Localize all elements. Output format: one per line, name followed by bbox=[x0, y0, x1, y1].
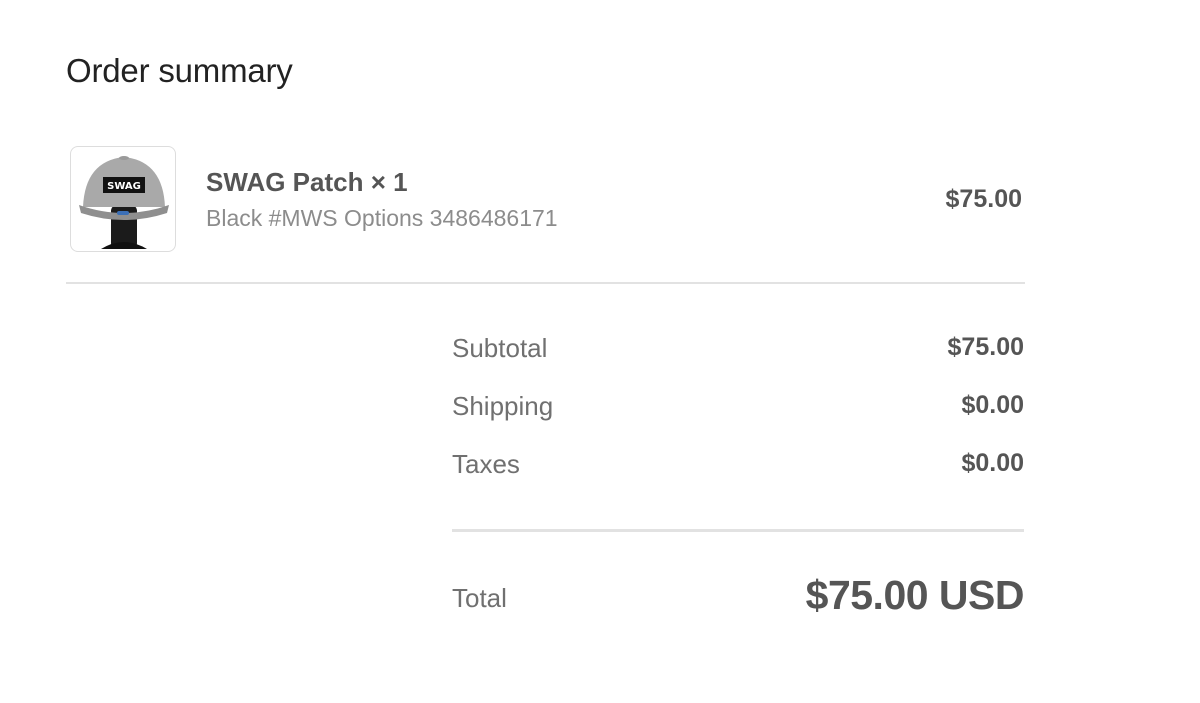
item-price: $75.00 bbox=[945, 185, 1022, 213]
divider bbox=[452, 529, 1024, 532]
subtotal-label: Subtotal bbox=[452, 333, 548, 363]
shipping-value: $0.00 bbox=[961, 391, 1024, 419]
item-variant: Black #MWS Options 3486486171 bbox=[206, 205, 558, 231]
subtotal-value: $75.00 bbox=[947, 333, 1024, 361]
order-summary-panel: Order summary SWAG SWAG Patch × 1 Black bbox=[0, 0, 1200, 703]
subtotal-row: Subtotal $75.00 bbox=[452, 330, 1024, 388]
item-title: SWAG Patch × 1 bbox=[206, 167, 408, 197]
total-value: $75.00 USD bbox=[805, 572, 1025, 618]
taxes-value: $0.00 bbox=[961, 449, 1024, 477]
total-label: Total bbox=[452, 583, 507, 613]
order-summary-heading: Order summary bbox=[66, 52, 293, 89]
shipping-label: Shipping bbox=[452, 391, 554, 421]
product-thumbnail: SWAG bbox=[70, 146, 176, 252]
divider bbox=[66, 282, 1025, 284]
taxes-row: Taxes $0.00 bbox=[452, 446, 1024, 504]
line-item: SWAG SWAG Patch × 1 Black #MWS Options 3… bbox=[66, 146, 1025, 252]
totals-breakdown: Subtotal $75.00 Shipping $0.00 Taxes $0.… bbox=[452, 330, 1024, 504]
patch-text: SWAG bbox=[107, 181, 141, 192]
total-row: Total $75.00 USD bbox=[452, 572, 1025, 628]
taxes-label: Taxes bbox=[452, 449, 520, 479]
shipping-row: Shipping $0.00 bbox=[452, 388, 1024, 446]
cap-product-image: SWAG bbox=[79, 156, 169, 249]
